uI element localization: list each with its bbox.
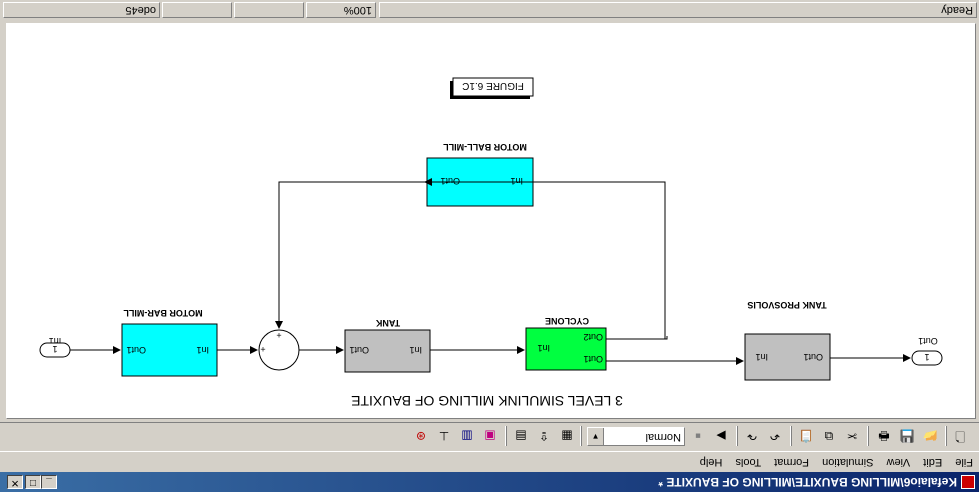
motor-bar-mill-in-port: In1 — [196, 345, 209, 355]
motor-bar-mill-block[interactable]: MOTOR BAR-MILL In1 Out1 — [121, 308, 218, 377]
motor-ball-mill-label: MOTOR BALL-MILL — [443, 142, 527, 152]
toolbar-separator — [790, 426, 792, 446]
maximize-button[interactable]: □ — [25, 475, 41, 489]
tank-out-port: Out1 — [349, 345, 369, 355]
cut-icon[interactable]: ✂ — [843, 427, 861, 445]
undo-icon[interactable]: ↶ — [766, 427, 784, 445]
motor-ball-mill-out-port: Out1 — [440, 176, 460, 186]
start-simulation-icon[interactable]: ▶ — [712, 427, 730, 445]
tank-block[interactable]: TANK In1 Out1 — [344, 318, 431, 373]
motor-bar-mill-label: MOTOR BAR-MILL — [123, 308, 203, 318]
block-diagram: FIGURE 6.1C MOTOR BALL-MILL In1 Out1 MOT… — [39, 77, 943, 409]
status-bar: Ready 100% ode45 — [0, 0, 979, 20]
new-model-icon[interactable]: 🗋 — [951, 427, 969, 445]
toolbar-separator — [945, 426, 947, 446]
status-ready-text: Ready — [379, 2, 977, 18]
copy-icon[interactable]: ⧉ — [820, 427, 838, 445]
cyclone-in-port: In1 — [537, 343, 550, 353]
print-icon[interactable]: 🖶 — [875, 427, 893, 445]
cyclone-block[interactable]: CYCLONE In1 Out1 Out2 — [525, 316, 607, 371]
minimize-button[interactable]: _ — [41, 475, 57, 489]
menu-help[interactable]: Help — [696, 452, 727, 472]
motor-bar-mill-out-port: Out1 — [126, 345, 146, 355]
debug-icon[interactable]: ⊥ — [435, 427, 453, 445]
close-button[interactable]: ✕ — [7, 475, 23, 489]
status-panel — [234, 2, 304, 18]
tank-prosvolis-out-port: Out1 — [803, 352, 823, 362]
menu-view[interactable]: View — [883, 452, 915, 472]
toolbar-separator — [505, 426, 507, 446]
figure-label-box: FIGURE 6.1C — [450, 77, 534, 99]
menu-file[interactable]: File — [951, 452, 977, 472]
motor-ball-mill-in-port: In1 — [510, 176, 523, 186]
simulation-mode-value: Normal — [645, 431, 681, 443]
outport-number: 1 — [924, 352, 929, 362]
simulation-mode-select[interactable]: Normal ▼ — [587, 427, 685, 446]
build-icon[interactable]: ▦ — [558, 427, 576, 445]
menu-tools[interactable]: Tools — [731, 452, 765, 472]
stop-simulation-icon[interactable]: ■ — [689, 427, 707, 445]
model-title: 3 LEVEL SIMULINK MILLING OF BAUXITE — [351, 393, 623, 409]
library-browser-icon[interactable]: ▣ — [481, 427, 499, 445]
profiler-icon[interactable]: ⊛ — [412, 427, 430, 445]
inport-number: 1 — [52, 344, 57, 354]
cyclone-out2-port: Out2 — [583, 332, 603, 342]
tank-in-port: In1 — [409, 345, 422, 355]
menu-simulation[interactable]: Simulation — [818, 452, 877, 472]
toolbar: 🗋 📂 💾 🖶 ✂ ⧉ 📋 ↶ ↷ ▶ ■ Normal ▼ ▦ ⇪ ▤ ▣ ▥… — [0, 422, 979, 452]
toolbar-separator — [867, 426, 869, 446]
update-diagram-icon[interactable]: ⇪ — [535, 427, 553, 445]
menu-format[interactable]: Format — [770, 452, 813, 472]
paste-icon[interactable]: 📋 — [797, 427, 815, 445]
sum-sign-2: + — [276, 330, 281, 340]
toolbar-separator — [580, 426, 582, 446]
menu-edit[interactable]: Edit — [919, 452, 946, 472]
cyclone-out1-port: Out1 — [583, 354, 603, 364]
incremental-build-icon[interactable]: ▤ — [512, 427, 530, 445]
model-canvas[interactable]: FIGURE 6.1C MOTOR BALL-MILL In1 Out1 MOT… — [6, 23, 976, 419]
figure-label: FIGURE 6.1C — [462, 80, 524, 91]
status-solver: ode45 — [3, 2, 160, 18]
tank-prosvolis-in-port: In1 — [755, 352, 768, 362]
open-folder-icon[interactable]: 📂 — [921, 427, 939, 445]
model-explorer-icon[interactable]: ▥ — [458, 427, 476, 445]
redo-icon[interactable]: ↷ — [743, 427, 761, 445]
tank-prosvolis-block[interactable]: TANK PROSVOLIS In1 Out1 — [744, 300, 831, 381]
sum-sign-1: + — [260, 344, 265, 354]
cyclone-label: CYCLONE — [545, 316, 589, 326]
status-panel — [162, 2, 232, 18]
status-zoom: 100% — [306, 2, 376, 18]
title-bar[interactable]: Kefalaio6\MILLING BAUXITE\MILLING OF BAU… — [0, 472, 979, 492]
simulink-window: Kefalaio6\MILLING BAUXITE\MILLING OF BAU… — [0, 0, 979, 492]
chevron-down-icon[interactable]: ▼ — [588, 428, 604, 445]
outport-block[interactable]: Out1 1 — [911, 336, 943, 366]
tank-prosvolis-label: TANK PROSVOLIS — [747, 300, 826, 310]
motor-ball-mill-block[interactable]: MOTOR BALL-MILL In1 Out1 — [426, 142, 534, 207]
inport-block[interactable]: In1 1 — [39, 336, 71, 358]
toolbar-separator — [736, 426, 738, 446]
tank-label: TANK — [375, 318, 400, 328]
window-title: Kefalaio6\MILLING BAUXITE\MILLING OF BAU… — [658, 475, 957, 489]
outport-label: Out1 — [918, 336, 938, 346]
save-icon[interactable]: 💾 — [898, 427, 916, 445]
simulink-app-icon — [961, 475, 975, 489]
sum-block[interactable]: + + — [258, 329, 300, 371]
menu-bar: File Edit View Simulation Format Tools H… — [0, 452, 979, 472]
